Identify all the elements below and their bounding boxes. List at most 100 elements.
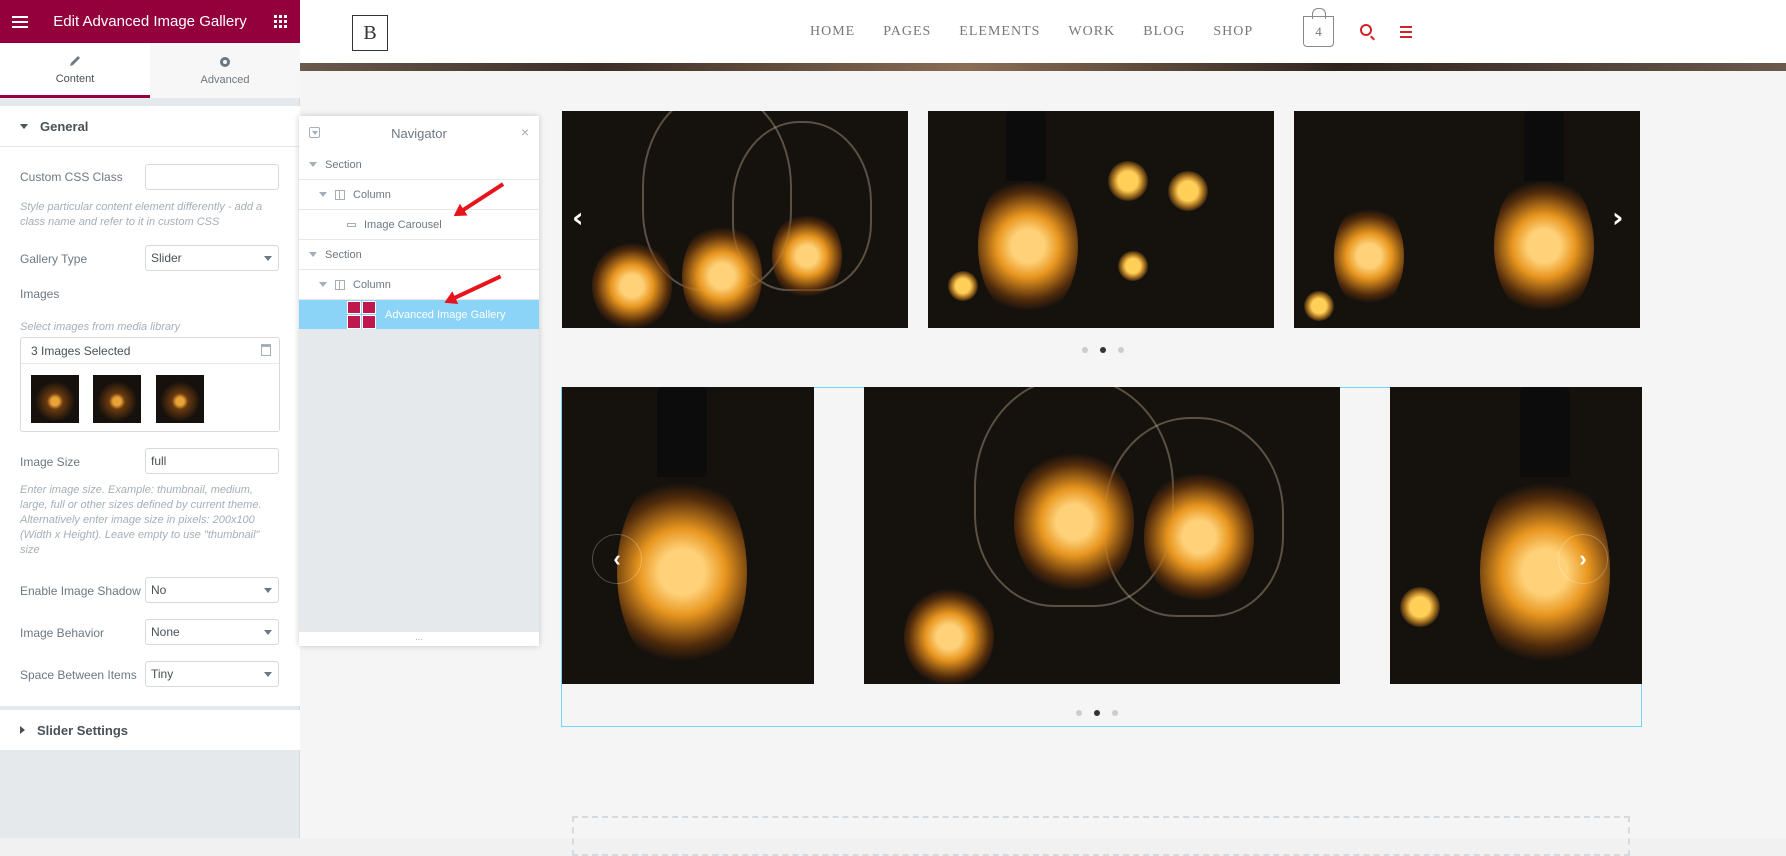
column-icon xyxy=(335,189,345,200)
menu-item-home[interactable]: HOME xyxy=(810,24,855,40)
navigator-item-advanced-image-gallery[interactable]: Advanced Image Gallery xyxy=(299,300,539,330)
image-shadow-value: No xyxy=(151,583,167,597)
navigator-item-label: Image Carousel xyxy=(364,218,442,231)
navigator-title: Navigator xyxy=(391,125,447,141)
gallery-image xyxy=(864,387,1340,684)
space-between-select[interactable]: Tiny xyxy=(145,661,279,687)
site-logo[interactable]: B xyxy=(352,15,388,51)
caret-down-icon xyxy=(309,162,317,167)
image-behavior-label: Image Behavior xyxy=(20,626,105,640)
navigator-item-section[interactable]: Section xyxy=(299,150,539,180)
carousel-image xyxy=(928,111,1274,328)
menu-item-shop[interactable]: SHOP xyxy=(1213,24,1253,40)
caret-right-icon xyxy=(20,726,25,734)
image-size-description: Enter image size. Example: thumbnail, me… xyxy=(20,484,262,556)
caret-down-icon xyxy=(309,252,317,257)
custom-css-input[interactable] xyxy=(145,164,279,190)
gallery-thumbnail[interactable] xyxy=(31,375,79,423)
image-shadow-select[interactable]: No xyxy=(145,577,279,603)
navigator-panel: Navigator × Section Column Image Carouse… xyxy=(299,116,539,646)
chevron-right-icon[interactable]: › xyxy=(1612,201,1624,234)
gallery-thumbnail[interactable] xyxy=(156,375,204,423)
panel-header: Edit Advanced Image Gallery xyxy=(0,0,300,43)
pagination-dot[interactable] xyxy=(1118,347,1124,353)
hero-image-strip xyxy=(300,63,1786,71)
gallery-thumbnail[interactable] xyxy=(93,375,141,423)
custom-css-description: Style particular content element differe… xyxy=(20,201,263,228)
navigator-item-section[interactable]: Section xyxy=(299,240,539,270)
trash-icon[interactable] xyxy=(261,344,271,356)
pagination-dot[interactable] xyxy=(1082,347,1088,353)
navigator-item-column[interactable]: Column xyxy=(299,270,539,300)
add-section-placeholder[interactable] xyxy=(572,816,1630,856)
gallery-widget-icon xyxy=(347,300,377,329)
column-icon xyxy=(335,279,345,290)
widgets-grid-icon[interactable] xyxy=(260,15,300,28)
tab-advanced-label: Advanced xyxy=(200,74,250,86)
menu-item-pages[interactable]: PAGES xyxy=(883,24,931,40)
image-size-label: Image Size xyxy=(20,455,81,469)
gallery-type-value: Slider xyxy=(151,251,182,265)
navigator-item-label: Section xyxy=(325,248,362,261)
image-behavior-select[interactable]: None xyxy=(145,619,279,645)
gallery-image: › xyxy=(1390,387,1642,684)
navigator-item-label: Advanced Image Gallery xyxy=(385,308,506,321)
pagination-dot[interactable] xyxy=(1076,710,1082,716)
space-between-value: Tiny xyxy=(151,667,174,681)
gallery-type-label: Gallery Type xyxy=(20,252,88,266)
images-gallery-control[interactable]: 3 Images Selected xyxy=(20,337,280,432)
section-slider-settings-toggle[interactable]: Slider Settings xyxy=(0,710,300,750)
tab-advanced[interactable]: Advanced xyxy=(150,43,300,98)
menu-item-work[interactable]: WORK xyxy=(1068,24,1115,40)
carousel-image: › xyxy=(1294,111,1640,328)
navigator-item-image-carousel[interactable]: Image Carousel xyxy=(299,210,539,240)
image-shadow-label: Enable Image Shadow xyxy=(20,584,141,598)
gear-icon xyxy=(220,57,230,67)
hamburger-icon[interactable] xyxy=(1400,26,1412,38)
menu-item-blog[interactable]: BLOG xyxy=(1143,24,1185,40)
close-icon[interactable]: × xyxy=(521,124,529,140)
pencil-icon xyxy=(70,55,80,66)
carousel-image: ‹ xyxy=(562,111,908,328)
section-slider-settings-label: Slider Settings xyxy=(37,722,129,738)
pagination-dot[interactable] xyxy=(1100,347,1106,353)
caret-down-icon xyxy=(319,282,327,287)
gallery-image: ‹ xyxy=(562,387,814,684)
images-label: Images xyxy=(20,287,60,301)
custom-css-label: Custom CSS Class xyxy=(20,170,123,184)
panel-tabs: Content Advanced xyxy=(0,43,300,98)
site-header: B HOME PAGES ELEMENTS WORK BLOG SHOP 4 xyxy=(300,0,1786,64)
pagination-dot[interactable] xyxy=(1112,710,1118,716)
search-icon[interactable] xyxy=(1360,24,1372,36)
images-description: Select images from media library xyxy=(20,321,181,333)
caret-down-icon xyxy=(20,123,28,129)
image-behavior-value: None xyxy=(151,625,180,639)
image-size-input[interactable]: full xyxy=(145,448,279,474)
collapse-all-icon[interactable] xyxy=(309,127,320,138)
editor-panel: Edit Advanced Image Gallery Content Adva… xyxy=(0,0,300,838)
images-selected-count: 3 Images Selected xyxy=(21,338,279,364)
carousel-icon xyxy=(347,222,356,227)
navigator-item-label: Section xyxy=(325,158,362,171)
gallery-pagination xyxy=(1076,710,1118,716)
navigator-header: Navigator × xyxy=(299,116,539,150)
main-menu: HOME PAGES ELEMENTS WORK BLOG SHOP xyxy=(810,24,1253,40)
gallery-type-select[interactable]: Slider xyxy=(145,245,279,271)
section-general-toggle[interactable]: General xyxy=(0,106,300,146)
tab-content-label: Content xyxy=(55,72,95,85)
tab-content[interactable]: Content xyxy=(0,43,150,98)
chevron-left-icon[interactable]: ‹ xyxy=(592,534,642,584)
pagination-dot[interactable] xyxy=(1094,710,1100,716)
caret-down-icon xyxy=(319,192,327,197)
navigator-item-label: Column xyxy=(353,188,391,201)
chevron-left-icon[interactable]: ‹ xyxy=(572,201,584,234)
chevron-right-icon[interactable]: › xyxy=(1558,534,1608,584)
cart-count: 4 xyxy=(1315,23,1322,39)
navigator-resize-handle[interactable]: ... xyxy=(299,632,539,646)
menu-item-elements[interactable]: ELEMENTS xyxy=(959,24,1040,40)
section-general-label: General xyxy=(40,118,89,134)
menu-icon[interactable] xyxy=(0,15,40,28)
panel-title: Edit Advanced Image Gallery xyxy=(53,13,247,30)
cart-icon[interactable]: 4 xyxy=(1303,8,1334,47)
general-controls: Custom CSS Class Style particular conten… xyxy=(0,146,300,706)
